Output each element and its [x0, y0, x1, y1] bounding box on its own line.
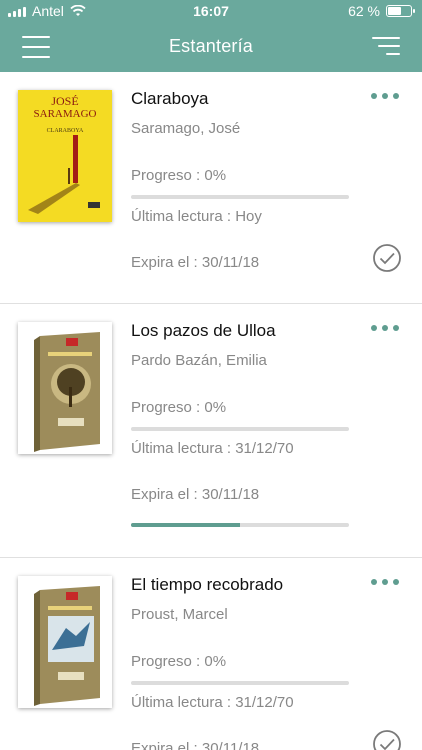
cover-art: JOSÉ SARAMAGO CLARABOYA [18, 90, 112, 222]
battery-percent: 62 % [348, 3, 380, 19]
cover-art [18, 576, 112, 708]
book-author: Proust, Marcel [131, 606, 228, 623]
book-author: Saramago, José [131, 120, 241, 137]
expiry-label: Expira el : 30/11/18 [131, 254, 260, 271]
cover-author-line2: SARAMAGO [34, 108, 97, 120]
expiry-label: Expira el : 30/11/18 [131, 486, 260, 503]
reading-progress-bar [131, 681, 349, 685]
download-progress-bar [131, 523, 349, 527]
page-title: Estantería [168, 36, 254, 56]
cover-art [18, 322, 112, 454]
book-cover[interactable] [18, 322, 112, 454]
last-read-label: Última lectura : 31/12/70 [131, 694, 294, 711]
expiry-label: Expira el : 30/11/18 [131, 740, 260, 750]
reading-progress-label: Progreso : 0% [131, 399, 227, 416]
sort-icon[interactable] [372, 37, 400, 57]
status-bar: Antel 16:07 62 % [0, 0, 422, 22]
book-title[interactable]: Los pazos de Ulloa [131, 321, 276, 341]
more-options-icon[interactable] [371, 325, 399, 333]
cover-title: CLARABOYA [47, 128, 84, 134]
book-title[interactable]: Claraboya [131, 89, 209, 109]
book-item[interactable]: JOSÉ SARAMAGO CLARABOYA Claraboya Sarama… [0, 72, 422, 304]
status-right: 62 % [348, 3, 415, 19]
reading-progress-bar [131, 427, 349, 431]
reading-progress-label: Progreso : 0% [131, 653, 227, 670]
more-options-icon[interactable] [371, 93, 399, 101]
downloaded-check-icon[interactable] [372, 243, 402, 273]
downloaded-check-icon[interactable] [372, 729, 402, 750]
book-author: Pardo Bazán, Emilia [131, 352, 267, 369]
reading-progress-bar [131, 195, 349, 199]
book-item[interactable]: Los pazos de Ulloa Pardo Bazán, Emilia P… [0, 304, 422, 558]
last-read-label: Última lectura : Hoy [131, 208, 262, 225]
nav-bar: Estantería [0, 22, 422, 72]
book-item[interactable]: El tiempo recobrado Proust, Marcel Progr… [0, 558, 422, 750]
book-cover[interactable]: JOSÉ SARAMAGO CLARABOYA [18, 90, 112, 222]
more-options-icon[interactable] [371, 579, 399, 587]
book-cover[interactable] [18, 576, 112, 708]
cover-author-line1: JOSÉ [51, 94, 78, 108]
battery-icon [386, 5, 415, 17]
last-read-label: Última lectura : 31/12/70 [131, 440, 294, 457]
book-title[interactable]: El tiempo recobrado [131, 575, 283, 595]
reading-progress-label: Progreso : 0% [131, 167, 227, 184]
